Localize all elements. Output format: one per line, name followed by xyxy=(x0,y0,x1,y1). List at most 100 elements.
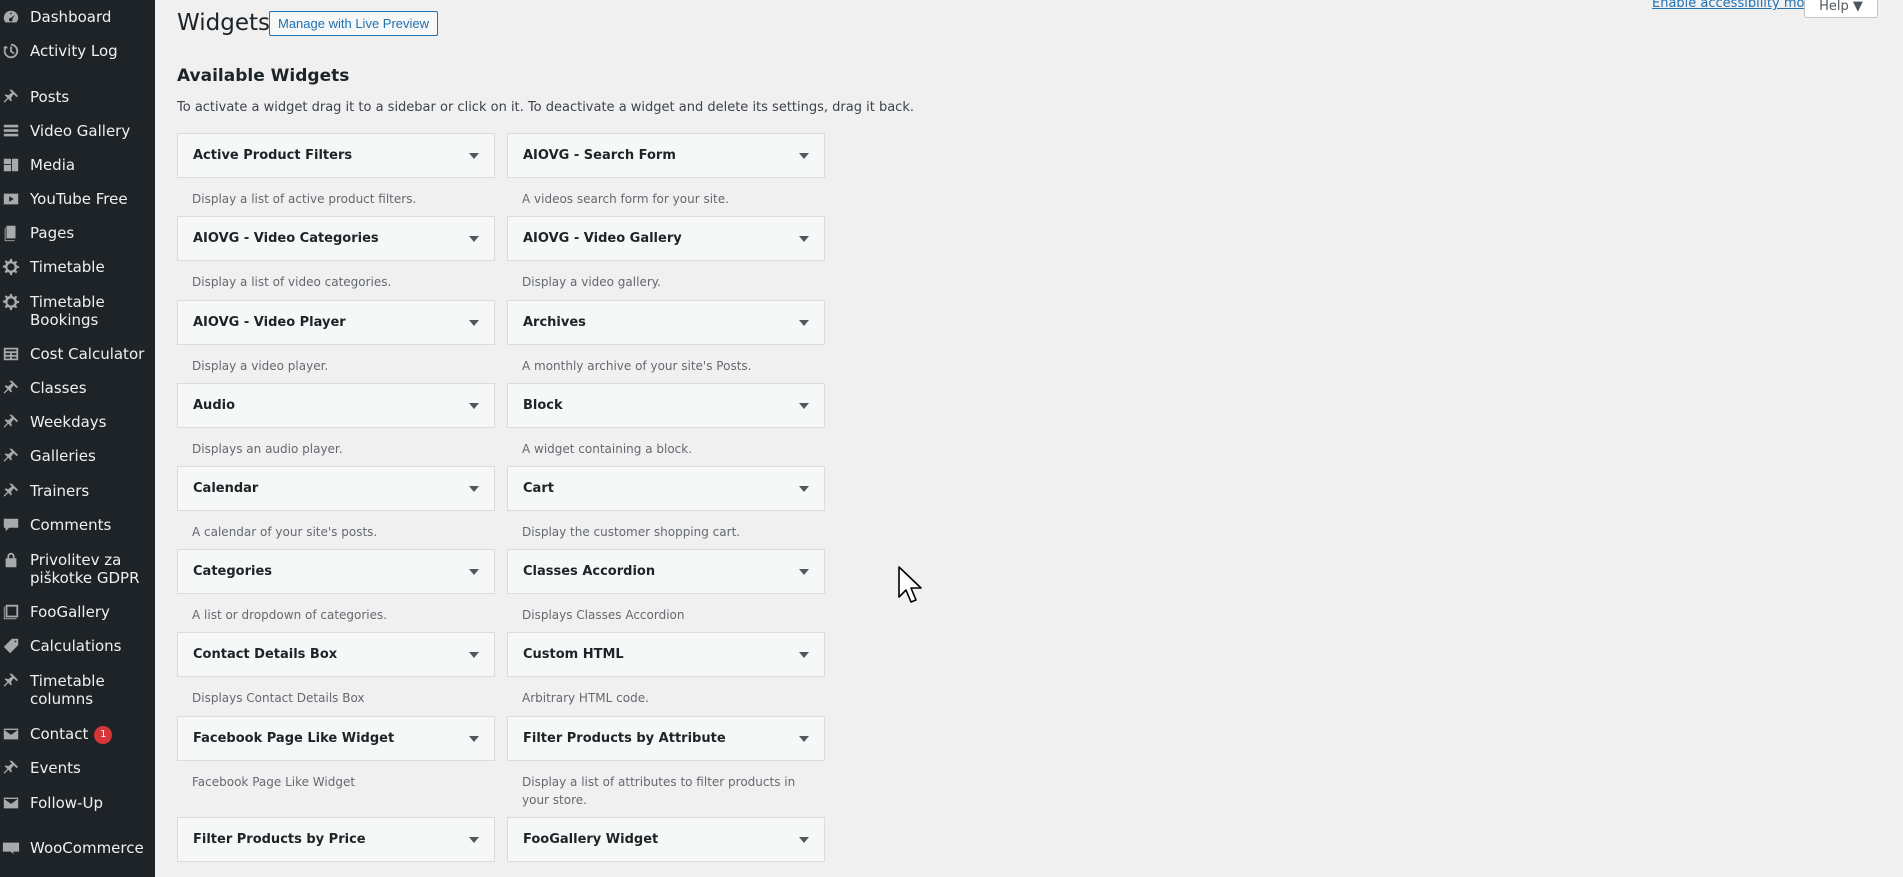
widget-title-bar[interactable]: Facebook Page Like Widget xyxy=(177,716,495,761)
widget-item[interactable]: Archives A monthly archive of your site'… xyxy=(507,300,825,375)
widget-item[interactable]: Classes Accordion Displays Classes Accor… xyxy=(507,549,825,624)
sidebar-item-media[interactable]: Media xyxy=(0,156,155,174)
sidebar-item-contact[interactable]: Contact 1 xyxy=(0,725,155,744)
sidebar-item-galleries[interactable]: Galleries xyxy=(0,447,155,465)
gallery-icon xyxy=(0,603,30,621)
widget-item[interactable]: AIOVG - Video Player Display a video pla… xyxy=(177,300,495,375)
widget-title-bar[interactable]: AIOVG - Search Form xyxy=(507,133,825,178)
tag-icon xyxy=(0,637,30,655)
widget-title-bar[interactable]: AIOVG - Video Gallery xyxy=(507,216,825,261)
widget-title: FooGallery Widget xyxy=(523,832,659,847)
sidebar-item-cost-calculator[interactable]: Cost Calculator xyxy=(0,345,155,363)
widget-item[interactable]: AIOVG - Video Gallery Display a video ga… xyxy=(507,216,825,291)
widget-item[interactable]: Block A widget containing a block. xyxy=(507,383,825,458)
manage-live-preview-button[interactable]: Manage with Live Preview xyxy=(269,11,439,36)
widget-title-bar[interactable]: Active Product Filters xyxy=(177,133,495,178)
widget-item[interactable]: Calendar A calendar of your site's posts… xyxy=(177,466,495,541)
widget-title-bar[interactable]: Audio xyxy=(177,383,495,428)
widget-item[interactable]: Filter Products by Price xyxy=(177,817,495,862)
table-icon xyxy=(0,345,30,363)
widget-title-bar[interactable]: AIOVG - Video Player xyxy=(177,300,495,345)
dropdown-arrow-icon[interactable] xyxy=(799,485,809,492)
mail-icon xyxy=(0,725,30,743)
sidebar-item-timetable[interactable]: Timetable xyxy=(0,258,155,276)
help-button[interactable]: Help ▼ xyxy=(1804,0,1878,18)
widget-title: AIOVG - Video Gallery xyxy=(523,231,682,246)
sidebar-item-events[interactable]: Events xyxy=(0,759,155,777)
widget-title-bar[interactable]: Custom HTML xyxy=(507,632,825,677)
widget-item[interactable]: Custom HTML Arbitrary HTML code. xyxy=(507,632,825,707)
widget-title-bar[interactable]: Calendar xyxy=(177,466,495,511)
sidebar-item-pages[interactable]: Pages xyxy=(0,224,155,242)
widget-title-bar[interactable]: Cart xyxy=(507,466,825,511)
sidebar-item-label: Contact xyxy=(30,725,89,743)
dropdown-arrow-icon[interactable] xyxy=(469,568,479,575)
dropdown-arrow-icon[interactable] xyxy=(799,568,809,575)
sidebar-item-foogallery[interactable]: FooGallery xyxy=(0,603,155,621)
widget-item[interactable]: Contact Details Box Displays Contact Det… xyxy=(177,632,495,707)
widget-item[interactable]: FooGallery Widget xyxy=(507,817,825,862)
comment-icon xyxy=(0,516,30,534)
widget-item[interactable]: Active Product Filters Display a list of… xyxy=(177,133,495,208)
sidebar-item-dashboard[interactable]: Dashboard xyxy=(0,8,155,26)
dropdown-arrow-icon[interactable] xyxy=(799,235,809,242)
sidebar-item-posts[interactable]: Posts xyxy=(0,88,155,106)
widget-item[interactable]: Audio Displays an audio player. xyxy=(177,383,495,458)
widget-title-bar[interactable]: Filter Products by Attribute xyxy=(507,716,825,761)
dropdown-arrow-icon[interactable] xyxy=(469,836,479,843)
widget-item[interactable]: Cart Display the customer shopping cart. xyxy=(507,466,825,541)
sidebar-item-woocommerce[interactable]: WooCommerce xyxy=(0,839,155,857)
history-icon xyxy=(0,42,30,60)
sidebar-item-gdpr-cookies[interactable]: Privolitev za piškotke GDPR xyxy=(0,551,155,587)
widget-title-bar[interactable]: Classes Accordion xyxy=(507,549,825,594)
widget-title-bar[interactable]: Filter Products by Price xyxy=(177,817,495,862)
dropdown-arrow-icon[interactable] xyxy=(469,402,479,409)
widget-item[interactable]: Categories A list or dropdown of categor… xyxy=(177,549,495,624)
widget-description: Displays Classes Accordion xyxy=(522,608,685,622)
widget-item[interactable]: Filter Products by Attribute Display a l… xyxy=(507,716,825,809)
dropdown-arrow-icon[interactable] xyxy=(469,319,479,326)
dropdown-arrow-icon[interactable] xyxy=(469,235,479,242)
sidebar-item-calculations[interactable]: Calculations xyxy=(0,637,155,655)
widget-title-bar[interactable]: AIOVG - Video Categories xyxy=(177,216,495,261)
sidebar-item-trainers[interactable]: Trainers xyxy=(0,482,155,500)
sidebar-item-weekdays[interactable]: Weekdays xyxy=(0,413,155,431)
sidebar-item-timetable-columns[interactable]: Timetable columns xyxy=(0,672,155,708)
widget-title: Archives xyxy=(523,315,586,330)
sidebar-item-timetable-bookings[interactable]: Timetable Bookings xyxy=(0,293,155,329)
widget-title-bar[interactable]: FooGallery Widget xyxy=(507,817,825,862)
dropdown-arrow-icon[interactable] xyxy=(799,836,809,843)
sidebar-item-youtube-free[interactable]: YouTube Free xyxy=(0,190,155,208)
widget-item[interactable]: AIOVG - Video Categories Display a list … xyxy=(177,216,495,291)
sidebar-item-classes[interactable]: Classes xyxy=(0,379,155,397)
dropdown-arrow-icon[interactable] xyxy=(469,485,479,492)
dropdown-arrow-icon[interactable] xyxy=(469,651,479,658)
admin-sidebar: Dashboard Activity Log Posts Video Galle… xyxy=(0,0,155,877)
dropdown-arrow-icon[interactable] xyxy=(469,152,479,159)
widget-title-bar[interactable]: Archives xyxy=(507,300,825,345)
widget-title: Cart xyxy=(523,481,554,496)
widget-item[interactable]: AIOVG - Search Form A videos search form… xyxy=(507,133,825,208)
widget-description: Display the customer shopping cart. xyxy=(522,525,741,539)
sidebar-item-activity-log[interactable]: Activity Log xyxy=(0,42,155,60)
widget-item[interactable]: Facebook Page Like Widget Facebook Page … xyxy=(177,716,495,791)
dropdown-arrow-icon[interactable] xyxy=(799,319,809,326)
sidebar-item-follow-up[interactable]: Follow-Up xyxy=(0,794,155,812)
sidebar-item-comments[interactable]: Comments xyxy=(0,516,155,534)
widget-description: Arbitrary HTML code. xyxy=(522,691,649,705)
media-icon xyxy=(0,156,30,174)
widget-description: A calendar of your site's posts. xyxy=(192,525,378,539)
lock-icon xyxy=(0,551,30,569)
widget-title-bar[interactable]: Categories xyxy=(177,549,495,594)
dropdown-arrow-icon[interactable] xyxy=(469,735,479,742)
enable-accessibility-mode-link[interactable]: Enable accessibility mode xyxy=(1652,0,1821,11)
widget-title-bar[interactable]: Contact Details Box xyxy=(177,632,495,677)
widget-title-bar[interactable]: Block xyxy=(507,383,825,428)
sidebar-item-video-gallery[interactable]: Video Gallery xyxy=(0,122,155,140)
dropdown-arrow-icon[interactable] xyxy=(799,152,809,159)
dropdown-arrow-icon[interactable] xyxy=(799,402,809,409)
dropdown-arrow-icon[interactable] xyxy=(799,651,809,658)
widget-title: Filter Products by Attribute xyxy=(523,731,726,746)
widget-title: Block xyxy=(523,398,563,413)
dropdown-arrow-icon[interactable] xyxy=(799,735,809,742)
